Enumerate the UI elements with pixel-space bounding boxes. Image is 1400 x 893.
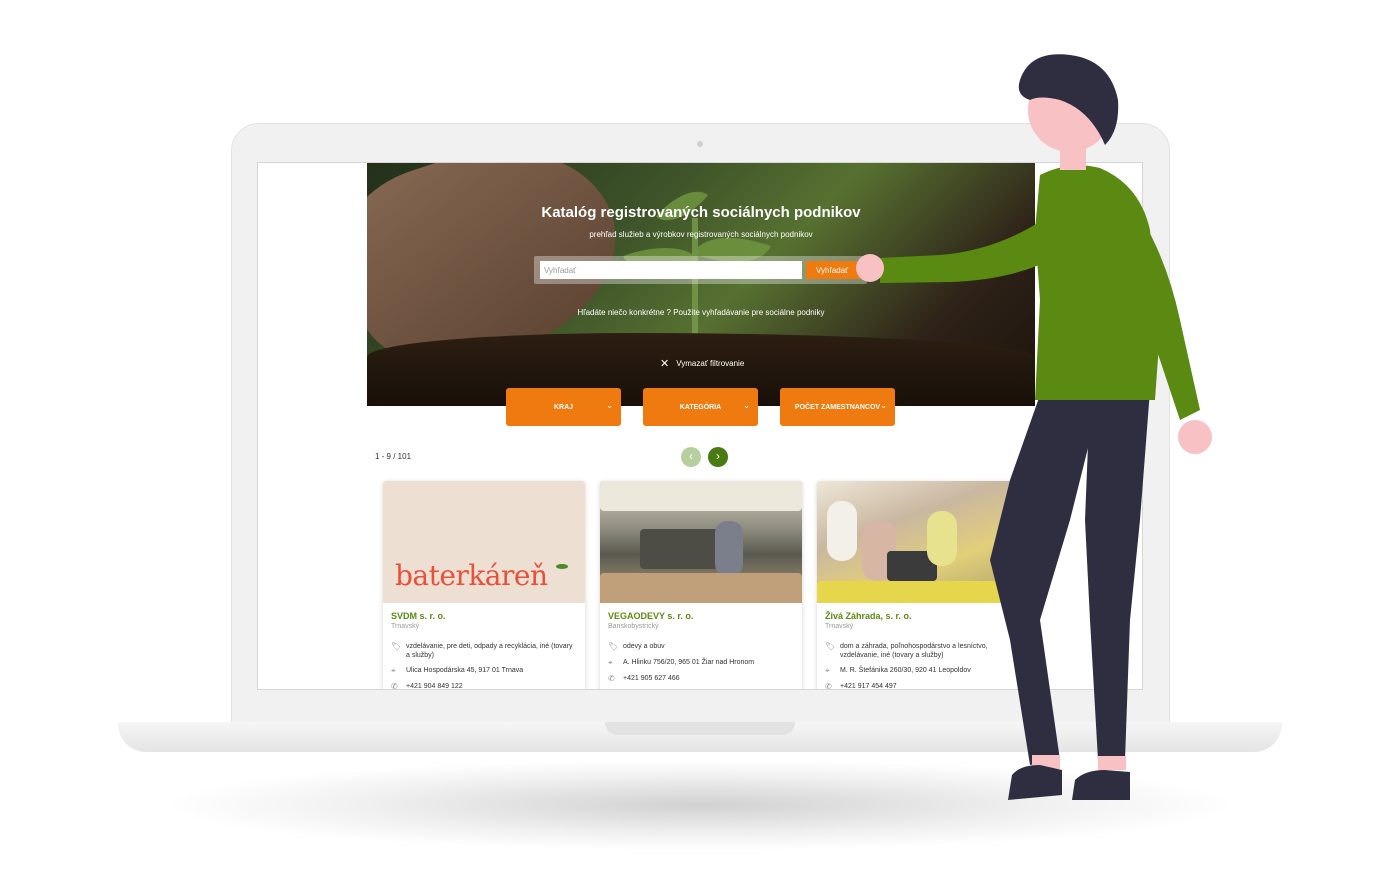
person-hand: [1178, 420, 1212, 454]
person-ankle: [1098, 756, 1126, 770]
person-illustration: [856, 54, 1212, 800]
person-hand: [856, 254, 884, 282]
person-leg-back: [1085, 390, 1150, 760]
person-leg-front: [990, 395, 1100, 765]
person-shoe: [1072, 770, 1130, 800]
person-shoe: [1008, 765, 1062, 800]
